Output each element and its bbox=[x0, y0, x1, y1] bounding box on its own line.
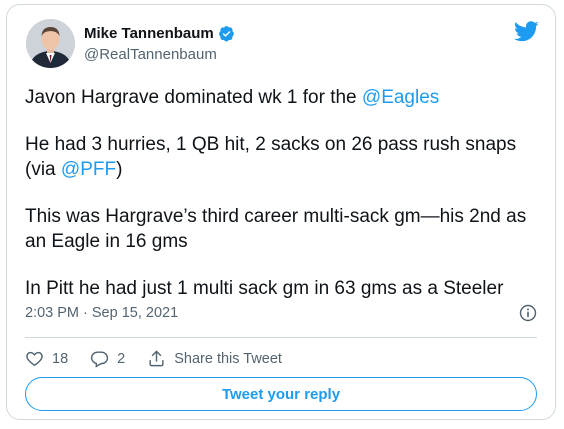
heart-icon bbox=[26, 351, 43, 367]
tweet-text-1: Javon Hargrave dominated wk 1 for the bbox=[25, 87, 362, 108]
twitter-bird-icon[interactable] bbox=[513, 21, 539, 42]
reply-button[interactable]: 2 bbox=[90, 349, 125, 368]
tweet-reply-button[interactable]: Tweet your reply bbox=[25, 377, 537, 411]
like-count: 18 bbox=[52, 350, 69, 367]
mention-eagles-link[interactable]: @Eagles bbox=[362, 87, 439, 108]
tweet-body: Javon Hargrave dominated wk 1 for the @E… bbox=[25, 85, 540, 323]
tweet-paragraph-2: He had 3 hurries, 1 QB hit, 2 sacks on 2… bbox=[25, 132, 540, 182]
author-name[interactable]: Mike Tannenbaum bbox=[84, 25, 214, 42]
verified-badge-icon bbox=[218, 25, 235, 42]
tweet-text-2-suffix: ) bbox=[116, 159, 123, 180]
share-button[interactable]: Share this Tweet bbox=[147, 349, 282, 368]
mention-pff-link[interactable]: @PFF bbox=[61, 159, 116, 180]
tweet-actions: 18 2 Share this Tweet bbox=[25, 349, 304, 368]
divider bbox=[25, 337, 537, 338]
like-button[interactable]: 18 bbox=[25, 349, 68, 368]
author-handle[interactable]: @RealTannenbaum bbox=[84, 46, 217, 63]
tweet-paragraph-1: Javon Hargrave dominated wk 1 for the @E… bbox=[25, 85, 540, 110]
tweet-card: Mike Tannenbaum @RealTannenbaum Javon Ha… bbox=[6, 4, 556, 420]
tweet-paragraph-3: This was Hargrave’s third career multi-s… bbox=[25, 206, 527, 252]
avatar[interactable] bbox=[26, 19, 75, 68]
reply-count: 2 bbox=[117, 350, 126, 367]
share-label: Share this Tweet bbox=[174, 350, 282, 367]
tweet-paragraph-4: In Pitt he had just 1 multi sack gm in 6… bbox=[25, 278, 504, 299]
share-icon bbox=[149, 350, 164, 367]
tweet-timestamp[interactable]: 2:03 PM · Sep 15, 2021 bbox=[25, 305, 178, 321]
author-name-row[interactable]: Mike Tannenbaum bbox=[84, 25, 235, 42]
info-icon[interactable] bbox=[519, 304, 537, 322]
reply-bubble-icon bbox=[91, 351, 109, 368]
